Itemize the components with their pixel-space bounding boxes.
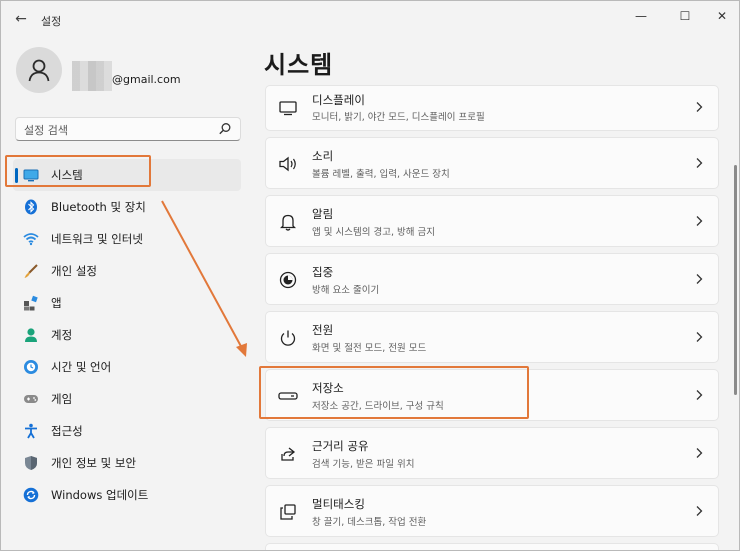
sidebar-item-accessibility[interactable]: 접근성 xyxy=(13,415,241,447)
back-button[interactable]: ← xyxy=(9,7,33,31)
scrollbar-thumb[interactable] xyxy=(734,165,737,395)
sidebar-item-label: 시간 및 언어 xyxy=(51,360,112,374)
update-icon xyxy=(23,487,39,503)
close-icon: ✕ xyxy=(716,9,728,23)
card-title: 전원 xyxy=(312,323,334,337)
chevron-right-icon xyxy=(694,272,704,286)
sidebar-item-label: 계정 xyxy=(51,328,73,342)
sidebar-item-label: 앱 xyxy=(51,296,62,310)
person-icon xyxy=(23,327,39,343)
sidebar-item-label: 게임 xyxy=(51,392,73,406)
sidebar-nav: 시스템 Bluetooth 및 장치 네트워크 및 인터넷 개인 설정 앱 계정… xyxy=(13,159,241,511)
chevron-right-icon xyxy=(694,446,704,460)
chevron-right-icon xyxy=(694,388,704,402)
card-subtitle: 모니터, 밝기, 야간 모드, 디스플레이 프로필 xyxy=(312,112,485,123)
speaker-icon xyxy=(278,154,298,174)
sidebar-item-bluetooth[interactable]: Bluetooth 및 장치 xyxy=(13,191,241,223)
globe-clock-icon xyxy=(23,359,39,375)
sidebar-item-gaming[interactable]: 게임 xyxy=(13,383,241,415)
sidebar-item-accounts[interactable]: 계정 xyxy=(13,319,241,351)
card-title: 알림 xyxy=(312,207,334,221)
shield-icon xyxy=(23,455,39,471)
card-subtitle: 검색 기능, 받은 파일 위치 xyxy=(312,459,415,470)
settings-card-notifications[interactable]: 알림 앱 및 시스템의 경고, 방해 금지 xyxy=(265,195,719,247)
account-email: @gmail.com xyxy=(112,73,181,86)
sidebar-item-apps[interactable]: 앱 xyxy=(13,287,241,319)
person-icon xyxy=(28,59,50,82)
focus-icon xyxy=(278,270,298,290)
sidebar-item-label: Bluetooth 및 장치 xyxy=(51,200,146,214)
sidebar-item-network[interactable]: 네트워크 및 인터넷 xyxy=(13,223,241,255)
settings-card-next[interactable] xyxy=(265,543,719,550)
card-subtitle: 창 끌기, 데스크톱, 작업 전환 xyxy=(312,517,427,528)
share-icon xyxy=(278,444,298,464)
sidebar-item-personalization[interactable]: 개인 설정 xyxy=(13,255,241,287)
settings-card-display[interactable]: 디스플레이 모니터, 밝기, 야간 모드, 디스플레이 프로필 xyxy=(265,85,719,131)
sidebar-item-time-language[interactable]: 시간 및 언어 xyxy=(13,351,241,383)
chevron-right-icon xyxy=(694,214,704,228)
sidebar-item-privacy[interactable]: 개인 정보 및 보안 xyxy=(13,447,241,479)
card-subtitle: 앱 및 시스템의 경고, 방해 금지 xyxy=(312,227,435,238)
settings-window: ← 설정 — ☐ ✕ @gmail.com 설정 검색 시스템 Bluetoot… xyxy=(0,0,740,551)
highlight-box-system xyxy=(5,155,151,187)
settings-card-nearby-sharing[interactable]: 근거리 공유 검색 기능, 받은 파일 위치 xyxy=(265,427,719,479)
accessibility-icon xyxy=(23,423,39,439)
avatar[interactable] xyxy=(16,47,62,93)
apps-icon xyxy=(23,295,39,311)
settings-card-power[interactable]: 전원 화면 및 절전 모드, 전원 모드 xyxy=(265,311,719,363)
card-title: 근거리 공유 xyxy=(312,439,369,453)
card-subtitle: 방해 요소 줄이기 xyxy=(312,285,380,296)
display-icon xyxy=(278,98,298,118)
email-redacted-block xyxy=(72,61,112,91)
chevron-right-icon xyxy=(694,504,704,518)
card-title: 멀티태스킹 xyxy=(312,497,365,511)
highlight-box-storage xyxy=(259,366,529,419)
sidebar-item-windows-update[interactable]: Windows 업데이트 xyxy=(13,479,241,511)
chevron-right-icon xyxy=(694,330,704,344)
maximize-icon: ☐ xyxy=(679,9,691,23)
sidebar-item-label: Windows 업데이트 xyxy=(51,488,149,502)
minimize-button[interactable]: — xyxy=(623,3,659,29)
sidebar-item-label: 접근성 xyxy=(51,424,83,438)
settings-card-focus[interactable]: 집중 방해 요소 줄이기 xyxy=(265,253,719,305)
power-icon xyxy=(278,328,298,348)
title-bar: ← 설정 — ☐ ✕ xyxy=(1,1,739,37)
settings-search-input[interactable]: 설정 검색 xyxy=(15,117,241,141)
bell-icon xyxy=(278,212,298,232)
settings-card-multitasking[interactable]: 멀티태스킹 창 끌기, 데스크톱, 작업 전환 xyxy=(265,485,719,537)
settings-card-sound[interactable]: 소리 볼륨 레벨, 출력, 입력, 사운드 장치 xyxy=(265,137,719,189)
wifi-icon xyxy=(23,231,39,247)
bluetooth-icon xyxy=(23,199,39,215)
app-title: 설정 xyxy=(41,15,62,28)
card-title: 집중 xyxy=(312,265,334,279)
multitask-icon xyxy=(278,502,298,522)
card-subtitle: 화면 및 절전 모드, 전원 모드 xyxy=(312,343,427,354)
card-title: 디스플레이 xyxy=(312,93,365,107)
gamepad-icon xyxy=(23,391,39,407)
sidebar-item-label: 개인 설정 xyxy=(51,264,97,278)
close-button[interactable]: ✕ xyxy=(704,3,739,29)
search-icon xyxy=(219,123,231,135)
page-title: 시스템 xyxy=(264,51,334,79)
search-placeholder: 설정 검색 xyxy=(24,124,68,137)
brush-icon xyxy=(23,263,39,279)
chevron-right-icon xyxy=(694,156,704,170)
back-arrow-icon: ← xyxy=(15,11,27,27)
card-title: 소리 xyxy=(312,149,334,163)
minimize-icon: — xyxy=(635,9,647,23)
chevron-right-icon xyxy=(694,100,704,114)
sidebar-item-label: 네트워크 및 인터넷 xyxy=(51,232,143,246)
sidebar-item-label: 개인 정보 및 보안 xyxy=(51,456,137,470)
maximize-button[interactable]: ☐ xyxy=(667,3,703,29)
card-subtitle: 볼륨 레벨, 출력, 입력, 사운드 장치 xyxy=(312,169,450,180)
